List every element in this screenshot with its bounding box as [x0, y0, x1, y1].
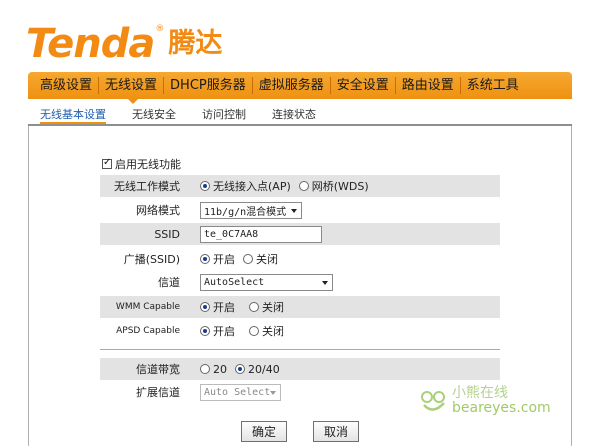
wmm-on-label: 开启 — [213, 301, 235, 314]
chevron-down-icon — [322, 280, 328, 285]
brand-logo: Tenda ® 腾达 — [26, 14, 222, 64]
ssid-label: SSID — [154, 227, 180, 241]
broadcast-on-label: 开启 — [213, 253, 235, 266]
subnav-item-basic[interactable]: 无线基本设置 — [40, 106, 106, 122]
bandwidth-2040-radio[interactable] — [235, 364, 245, 374]
ssid-row: SSID te_0C7AA8 — [100, 223, 500, 245]
network-mode-select[interactable]: 11b/g/n混合模式 — [200, 201, 302, 219]
ssid-input[interactable]: te_0C7AA8 — [200, 225, 322, 243]
apsd-off-radio[interactable] — [249, 326, 259, 336]
bandwidth-20-label: 20 — [213, 362, 227, 376]
enable-wireless-row: 启用无线功能 — [102, 156, 181, 172]
cancel-button[interactable]: 取消 — [313, 421, 359, 442]
apsd-label: APSD Capable — [116, 326, 180, 336]
sub-nav: 无线基本设置 无线安全 访问控制 连接状态 — [28, 104, 572, 124]
ext-channel-value: Auto Select — [204, 386, 271, 398]
apsd-off-label: 关闭 — [262, 325, 284, 338]
mode-ap-label: 无线接入点(AP) — [213, 180, 291, 193]
subnav-item-security[interactable]: 无线安全 — [132, 106, 176, 122]
nav-item-advanced[interactable]: 高级设置 — [34, 72, 98, 99]
nav-item-virtual-server[interactable]: 虚拟服务器 — [253, 72, 330, 99]
nav-item-system-tools[interactable]: 系统工具 — [461, 72, 525, 99]
subnav-active-indicator — [40, 122, 106, 124]
nav-item-security[interactable]: 安全设置 — [331, 72, 395, 99]
watermark: 小熊在线 beareyes.com — [420, 386, 551, 416]
broadcast-on-radio[interactable] — [200, 254, 210, 264]
apsd-row: APSD Capable 开启 关闭 — [100, 320, 500, 342]
nav-item-dhcp[interactable]: DHCP服务器 — [164, 72, 252, 99]
subnav-item-connection-status[interactable]: 连接状态 — [272, 106, 316, 122]
wireless-mode-label: 无线工作模式 — [114, 180, 180, 193]
ext-channel-label: 扩展信道 — [136, 386, 180, 399]
watermark-en: beareyes.com — [452, 400, 551, 416]
ok-button[interactable]: 确定 — [241, 421, 287, 442]
mode-wds-label: 网桥(WDS) — [311, 180, 369, 193]
broadcast-label: 广播(SSID) — [123, 253, 180, 266]
broadcast-row: 广播(SSID) 开启 关闭 — [100, 248, 500, 270]
channel-value: AutoSelect — [204, 276, 265, 288]
bandwidth-row: 信道带宽 20 20/40 — [100, 358, 500, 380]
bandwidth-2040-label: 20/40 — [248, 362, 280, 376]
registered-mark: ® — [155, 24, 165, 34]
watermark-cn: 小熊在线 — [452, 385, 508, 401]
brand-name-en: Tenda — [26, 21, 155, 67]
section-divider — [100, 349, 500, 350]
channel-select[interactable]: AutoSelect — [200, 273, 333, 291]
wmm-row: WMM Capable 开启 关闭 — [100, 296, 500, 318]
network-mode-row: 网络模式 11b/g/n混合模式 — [100, 199, 500, 221]
ssid-value: te_0C7AA8 — [204, 228, 259, 240]
wmm-off-label: 关闭 — [262, 301, 284, 314]
wmm-off-radio[interactable] — [249, 302, 259, 312]
brand-name-cn: 腾达 — [168, 28, 223, 59]
apsd-on-label: 开启 — [213, 325, 235, 338]
chevron-down-icon — [270, 390, 276, 395]
mode-ap-radio[interactable] — [200, 181, 210, 191]
wmm-label: WMM Capable — [115, 302, 180, 312]
nav-item-wireless[interactable]: 无线设置 — [99, 72, 163, 99]
broadcast-off-radio[interactable] — [243, 254, 253, 264]
network-mode-value: 11b/g/n混合模式 — [204, 206, 287, 218]
nav-item-routing[interactable]: 路由设置 — [396, 72, 460, 99]
subnav-item-access-control[interactable]: 访问控制 — [202, 106, 246, 122]
enable-wireless-checkbox[interactable] — [102, 157, 112, 169]
wmm-on-radio[interactable] — [200, 302, 210, 312]
bandwidth-20-radio[interactable] — [200, 364, 210, 374]
bear-logo-icon — [421, 391, 445, 411]
chevron-down-icon — [291, 208, 297, 213]
apsd-on-radio[interactable] — [200, 326, 210, 336]
main-nav: 高级设置 无线设置 DHCP服务器 虚拟服务器 安全设置 路由设置 系统工具 — [28, 72, 572, 99]
enable-wireless-label: 启用无线功能 — [115, 158, 181, 171]
bandwidth-label: 信道带宽 — [136, 363, 180, 376]
broadcast-off-label: 关闭 — [256, 253, 278, 266]
channel-row: 信道 AutoSelect — [100, 271, 500, 293]
network-mode-label: 网络模式 — [136, 204, 180, 217]
ext-channel-select[interactable]: Auto Select — [200, 383, 281, 401]
channel-label: 信道 — [158, 276, 180, 289]
wireless-mode-row: 无线工作模式 无线接入点(AP) 网桥(WDS) — [100, 175, 500, 197]
mode-wds-radio[interactable] — [298, 181, 309, 191]
